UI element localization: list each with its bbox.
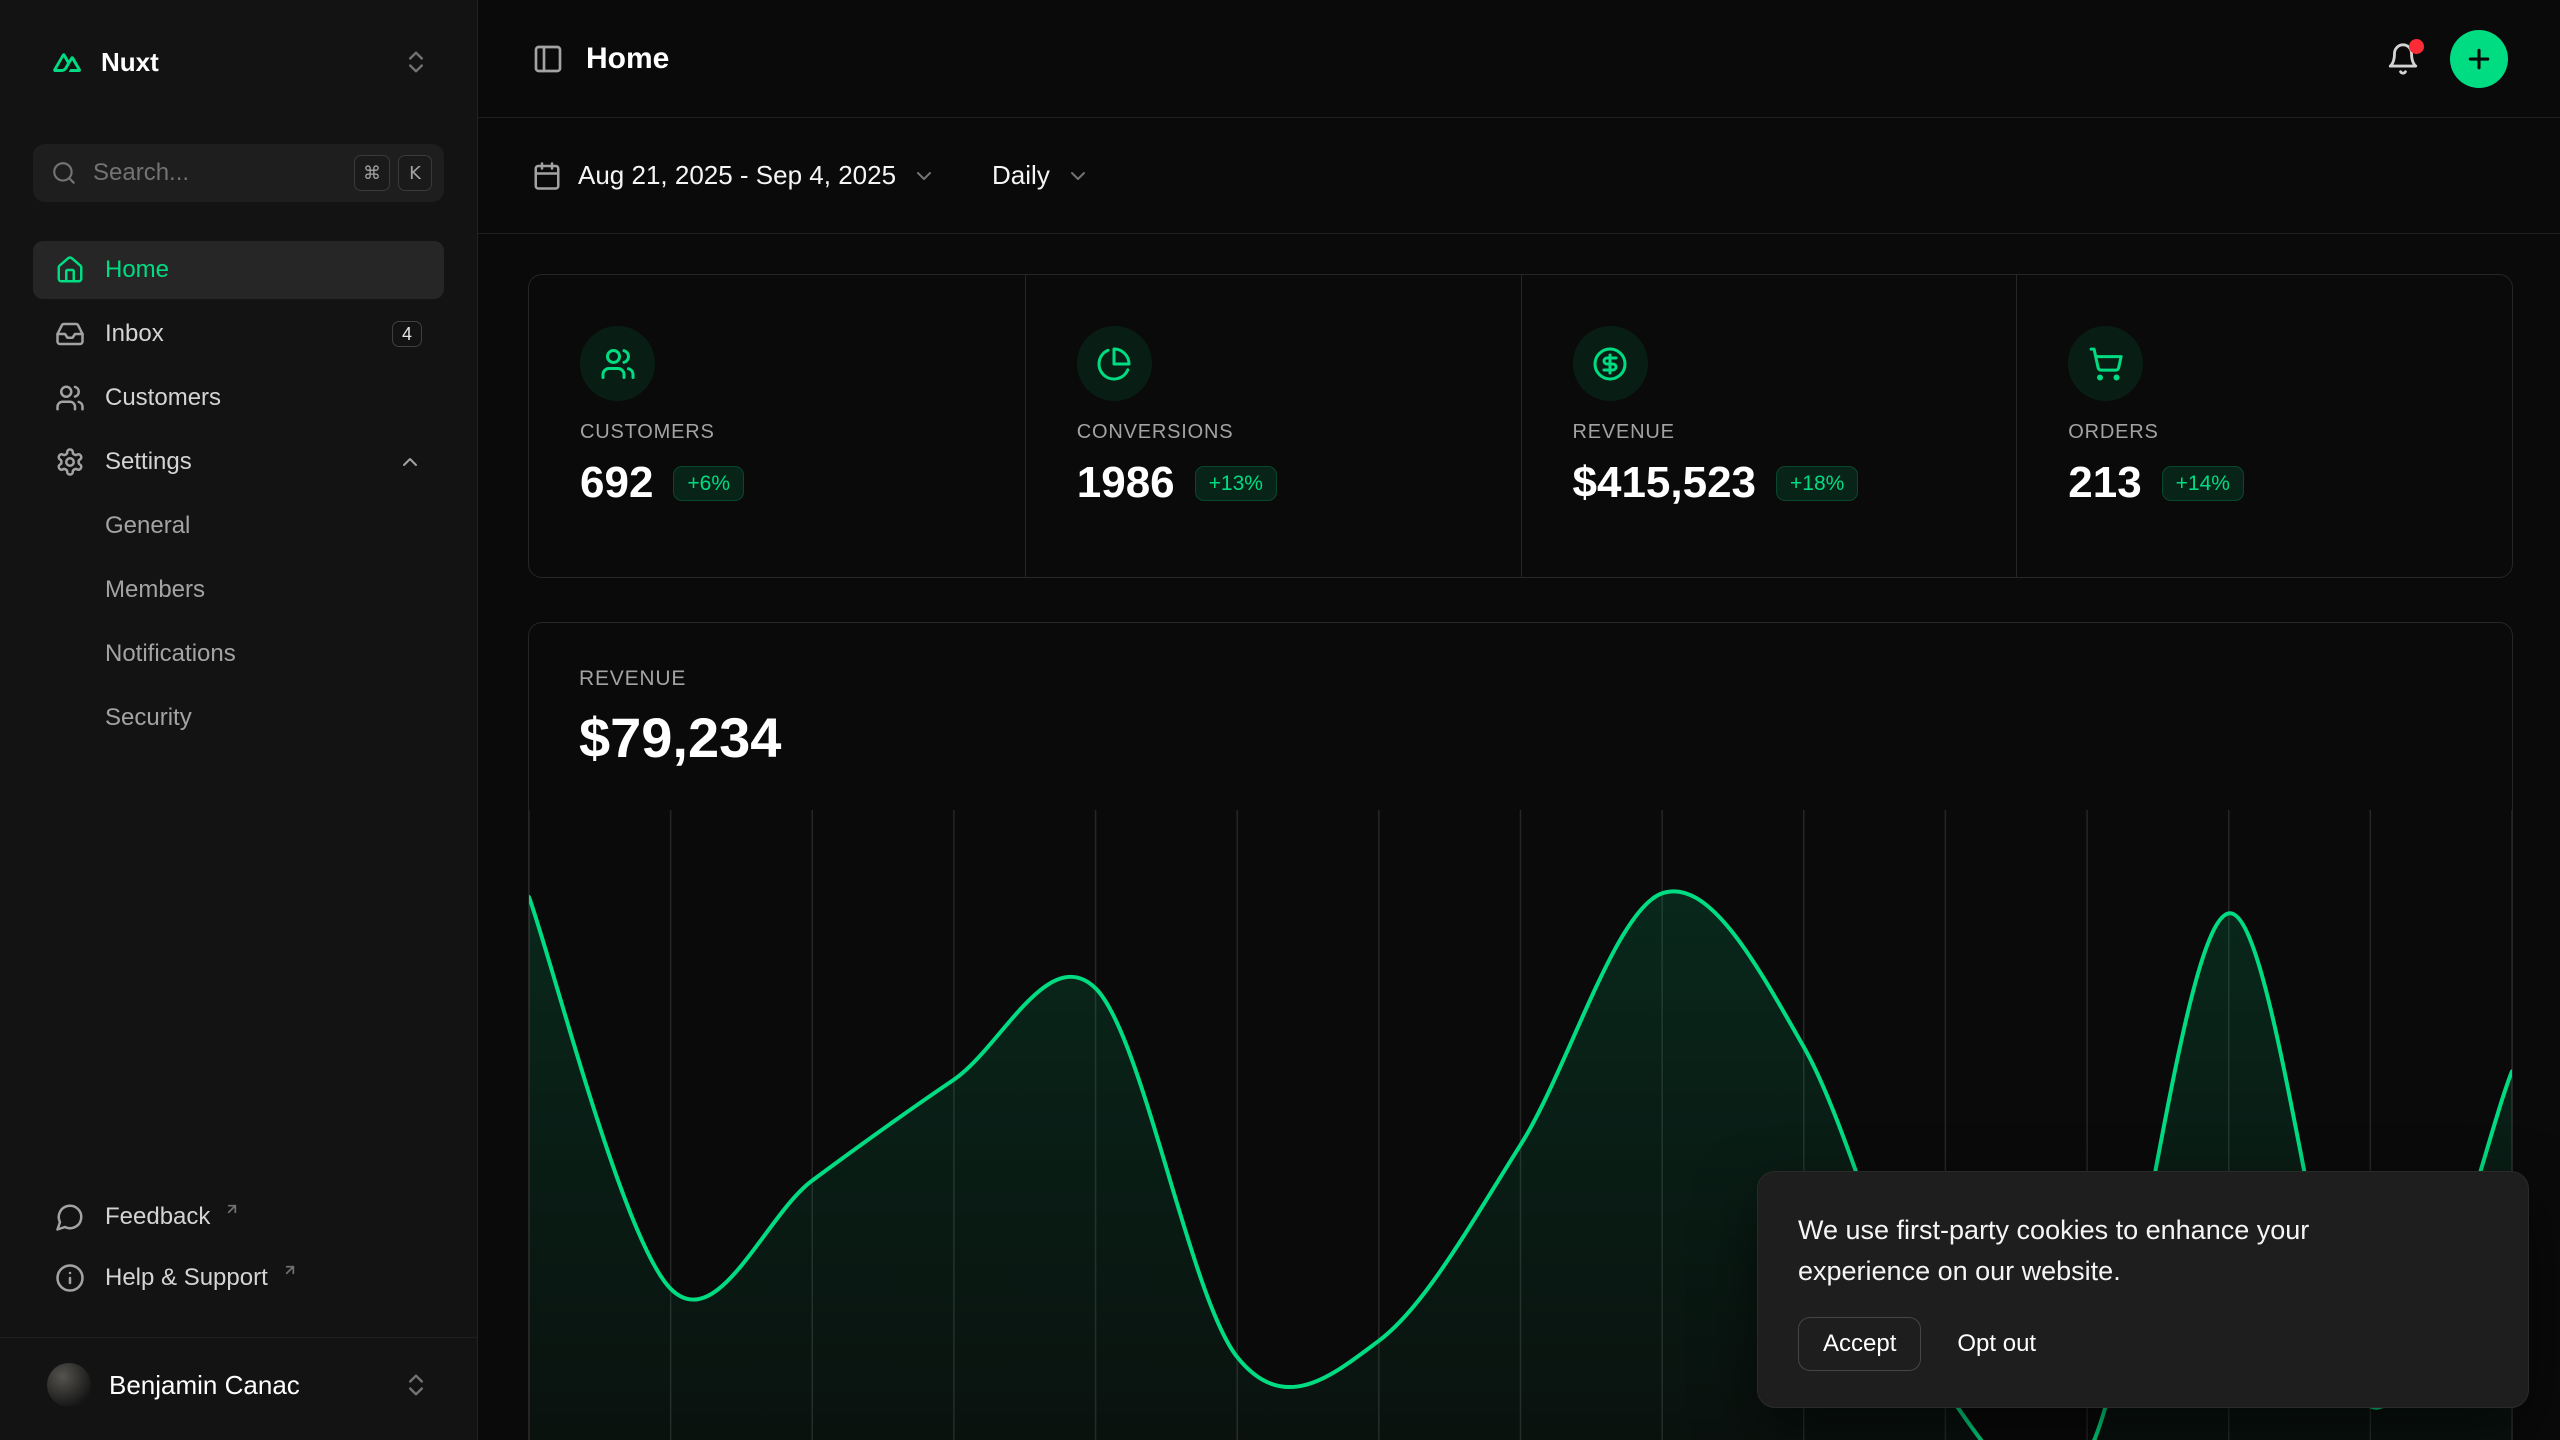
search-input[interactable]: Search... ⌘ K bbox=[33, 144, 444, 202]
help-support-link[interactable]: Help & Support bbox=[33, 1250, 444, 1306]
stat-value: 213 bbox=[2068, 458, 2141, 508]
workspace-selector[interactable]: Nuxt bbox=[33, 34, 444, 90]
search-placeholder: Search... bbox=[93, 159, 189, 187]
date-range-button[interactable]: Aug 21, 2025 - Sep 4, 2025 bbox=[532, 160, 936, 191]
stat-value: $415,523 bbox=[1573, 458, 1757, 508]
sidebar-item-label: Notifications bbox=[105, 640, 236, 668]
panel-left-icon bbox=[532, 43, 564, 75]
sidebar: Nuxt Search... ⌘ K Home bbox=[0, 0, 478, 1440]
chevrons-up-down-icon bbox=[402, 48, 430, 76]
external-link-icon bbox=[282, 1262, 298, 1278]
settings-subnav: General Members Notifications Security bbox=[33, 497, 444, 747]
cookie-message: We use first-party cookies to enhance yo… bbox=[1798, 1210, 2408, 1291]
external-link-icon bbox=[224, 1201, 240, 1217]
sidebar-item-label: Customers bbox=[105, 384, 221, 412]
page-header: Home bbox=[478, 0, 2560, 118]
app-root: Nuxt Search... ⌘ K Home bbox=[0, 0, 2560, 1440]
search-icon bbox=[51, 160, 77, 186]
workspace-name: Nuxt bbox=[101, 47, 159, 78]
inbox-count-badge: 4 bbox=[392, 321, 422, 347]
filters-toolbar: Aug 21, 2025 - Sep 4, 2025 Daily bbox=[478, 118, 2560, 234]
granularity-label: Daily bbox=[992, 160, 1050, 191]
sidebar-item-label: Members bbox=[105, 576, 205, 604]
date-range-label: Aug 21, 2025 - Sep 4, 2025 bbox=[578, 160, 896, 191]
accept-button[interactable]: Accept bbox=[1798, 1317, 1921, 1371]
user-menu-button[interactable]: Benjamin Canac bbox=[33, 1356, 444, 1414]
sidebar-item-home[interactable]: Home bbox=[33, 241, 444, 299]
sidebar-item-label: Inbox bbox=[105, 320, 164, 348]
users-icon bbox=[580, 326, 655, 401]
sidebar-item-members[interactable]: Members bbox=[33, 561, 444, 619]
notifications-button[interactable] bbox=[2386, 42, 2420, 76]
stat-customers: CUSTOMERS 692 +6% bbox=[529, 275, 1025, 577]
sidebar-item-label: Settings bbox=[105, 448, 192, 476]
shopping-cart-icon bbox=[2068, 326, 2143, 401]
kbd-cmd: ⌘ bbox=[354, 155, 390, 191]
sidebar-toggle-button[interactable] bbox=[532, 43, 564, 75]
stat-label: CONVERSIONS bbox=[1077, 421, 1481, 444]
circle-dollar-icon bbox=[1573, 326, 1648, 401]
sidebar-item-customers[interactable]: Customers bbox=[33, 369, 444, 427]
sidebar-item-label: Security bbox=[105, 704, 192, 732]
stat-revenue: REVENUE $415,523 +18% bbox=[1521, 275, 2017, 577]
sidebar-item-settings[interactable]: Settings bbox=[33, 433, 444, 491]
stats-card: CUSTOMERS 692 +6% CONVERSIONS 1986 +13% bbox=[528, 274, 2513, 578]
sidebar-footer-links: Feedback Help & Support bbox=[0, 1189, 477, 1311]
feedback-link[interactable]: Feedback bbox=[33, 1189, 444, 1245]
granularity-select[interactable]: Daily bbox=[992, 160, 1090, 191]
delta-badge: +13% bbox=[1195, 466, 1277, 501]
nuxt-logo-icon bbox=[49, 44, 85, 80]
opt-out-button[interactable]: Opt out bbox=[1957, 1330, 2036, 1358]
calendar-icon bbox=[532, 161, 562, 191]
stat-label: ORDERS bbox=[2068, 421, 2472, 444]
kbd-k: K bbox=[398, 155, 432, 191]
delta-badge: +14% bbox=[2162, 466, 2244, 501]
home-icon bbox=[55, 255, 85, 285]
chart-pie-icon bbox=[1077, 326, 1152, 401]
sidebar-item-label: Home bbox=[105, 256, 169, 284]
stat-value: 1986 bbox=[1077, 458, 1175, 508]
sidebar-item-general[interactable]: General bbox=[33, 497, 444, 555]
stat-value: 692 bbox=[580, 458, 653, 508]
stat-conversions: CONVERSIONS 1986 +13% bbox=[1025, 275, 1521, 577]
chevron-down-icon bbox=[912, 164, 936, 188]
chevrons-up-down-icon bbox=[402, 1371, 430, 1399]
delta-badge: +18% bbox=[1776, 466, 1858, 501]
inbox-icon bbox=[55, 319, 85, 349]
search-kbd-group: ⌘ K bbox=[354, 155, 432, 191]
chevron-down-icon bbox=[1066, 164, 1090, 188]
sidebar-item-security[interactable]: Security bbox=[33, 689, 444, 747]
stat-orders: ORDERS 213 +14% bbox=[2016, 275, 2512, 577]
revenue-card-label: REVENUE bbox=[579, 667, 2462, 691]
chevron-up-icon bbox=[398, 450, 422, 474]
plus-icon bbox=[2464, 44, 2494, 74]
info-circle-icon bbox=[55, 1263, 85, 1293]
notification-dot bbox=[2409, 39, 2424, 54]
sidebar-nav: Home Inbox 4 Customers Settings bbox=[0, 241, 477, 753]
message-circle-icon bbox=[55, 1202, 85, 1232]
gear-icon bbox=[55, 447, 85, 477]
feedback-label: Feedback bbox=[105, 1203, 210, 1231]
sidebar-item-notifications[interactable]: Notifications bbox=[33, 625, 444, 683]
user-name: Benjamin Canac bbox=[109, 1370, 300, 1401]
page-title: Home bbox=[586, 42, 669, 76]
revenue-card-value: $79,234 bbox=[579, 705, 2462, 770]
sidebar-item-label: General bbox=[105, 512, 190, 540]
stat-label: CUSTOMERS bbox=[580, 421, 985, 444]
sidebar-item-inbox[interactable]: Inbox 4 bbox=[33, 305, 444, 363]
add-button[interactable] bbox=[2450, 30, 2508, 88]
stat-label: REVENUE bbox=[1573, 421, 1977, 444]
help-support-label: Help & Support bbox=[105, 1264, 268, 1292]
cookie-banner: We use first-party cookies to enhance yo… bbox=[1757, 1171, 2529, 1408]
delta-badge: +6% bbox=[673, 466, 744, 501]
users-icon bbox=[55, 383, 85, 413]
avatar bbox=[47, 1363, 91, 1407]
sidebar-user-section: Benjamin Canac bbox=[0, 1337, 477, 1440]
